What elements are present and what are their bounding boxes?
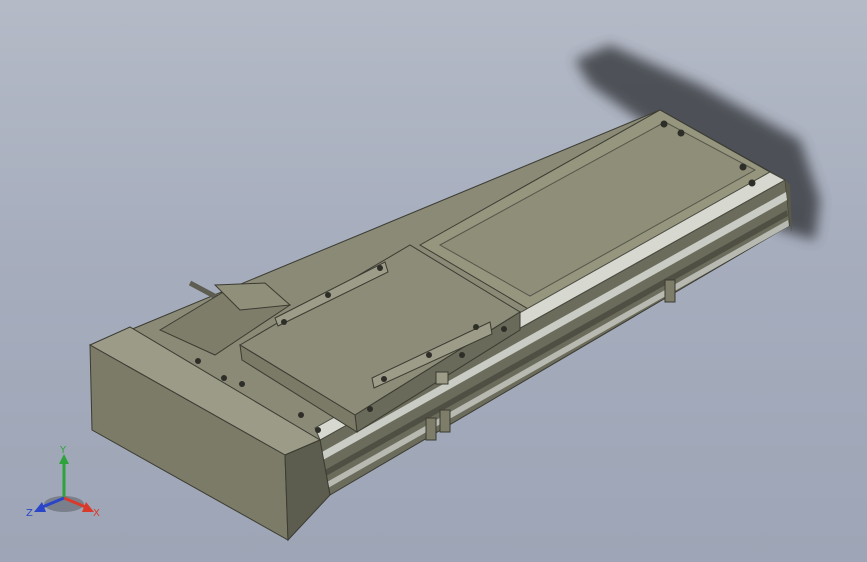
x-axis-label: X	[93, 508, 100, 519]
z-axis-label: Z	[26, 508, 33, 519]
y-axis-label: Y	[59, 446, 67, 456]
linear-actuator-model[interactable]	[0, 0, 867, 562]
graphics-viewport[interactable]: Y X Z	[0, 0, 867, 562]
coordinate-triad: Y X Z	[26, 446, 100, 519]
